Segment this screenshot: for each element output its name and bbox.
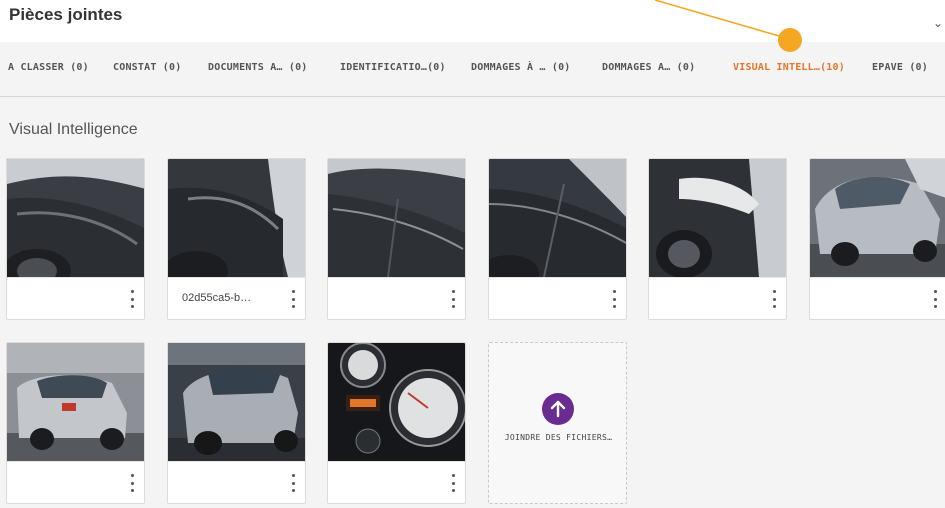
attachment-card[interactable]: [167, 342, 306, 504]
tab-visual-intelligence[interactable]: VISUAL INTELL…(10): [733, 62, 845, 73]
card-footer: [328, 277, 465, 319]
tab-bar: A CLASSER (0) CONSTAT (0) DOCUMENTS A… (…: [0, 42, 945, 97]
upload-dropzone[interactable]: JOINDRE DES FICHIERS…: [488, 342, 627, 504]
photo-thumbnail[interactable]: [328, 343, 465, 461]
photo-thumbnail[interactable]: [168, 343, 305, 461]
page-title: Pièces jointes: [9, 5, 123, 24]
attachment-card[interactable]: [488, 158, 627, 320]
card-footer: [810, 277, 945, 319]
more-options-icon[interactable]: [449, 290, 457, 308]
more-options-icon[interactable]: [289, 290, 297, 308]
arrow-up-icon: [550, 400, 566, 418]
attachment-card[interactable]: [648, 158, 787, 320]
section-title: Visual Intelligence: [9, 121, 138, 138]
attachment-card[interactable]: [327, 342, 466, 504]
more-options-icon[interactable]: [128, 290, 136, 308]
more-options-icon[interactable]: [449, 474, 457, 492]
photo-thumbnail[interactable]: [489, 159, 626, 277]
collapse-icon[interactable]: ⌄: [933, 16, 943, 30]
attachment-card[interactable]: [6, 342, 145, 504]
photo-thumbnail[interactable]: [810, 159, 945, 277]
photo-thumbnail[interactable]: [649, 159, 786, 277]
tab-identification[interactable]: IDENTIFICATIO…(0): [340, 62, 446, 73]
more-options-icon[interactable]: [289, 474, 297, 492]
photo-thumbnail[interactable]: [7, 159, 144, 277]
card-footer: [649, 277, 786, 319]
upload-label: JOINDRE DES FICHIERS…: [504, 433, 613, 442]
upload-button[interactable]: [542, 393, 574, 425]
attachment-card[interactable]: 02d55ca5-b…: [167, 158, 306, 320]
photo-thumbnail[interactable]: [328, 159, 465, 277]
tab-dommages-2[interactable]: DOMMAGES A… (0): [602, 62, 695, 73]
card-footer: [7, 461, 144, 503]
more-options-icon[interactable]: [931, 290, 939, 308]
photo-thumbnail[interactable]: [7, 343, 144, 461]
attachment-card[interactable]: [327, 158, 466, 320]
attachment-card[interactable]: [6, 158, 145, 320]
attachment-card[interactable]: [809, 158, 945, 320]
tab-constat[interactable]: CONSTAT (0): [113, 62, 181, 73]
card-footer: [7, 277, 144, 319]
card-footer: [168, 461, 305, 503]
card-footer: [328, 461, 465, 503]
tab-epave[interactable]: EPAVE (0): [872, 62, 928, 73]
photo-thumbnail[interactable]: [168, 159, 305, 277]
tab-dommages-1[interactable]: DOMMAGES À … (0): [471, 62, 571, 73]
more-options-icon[interactable]: [770, 290, 778, 308]
card-footer: [489, 277, 626, 319]
tab-documents[interactable]: DOCUMENTS A… (0): [208, 62, 308, 73]
tab-a-classer[interactable]: A CLASSER (0): [8, 62, 89, 73]
header: Pièces jointes ⌄: [0, 0, 945, 42]
card-footer: 02d55ca5-b…: [168, 277, 305, 319]
more-options-icon[interactable]: [610, 290, 618, 308]
more-options-icon[interactable]: [128, 474, 136, 492]
file-name: 02d55ca5-b…: [182, 292, 252, 304]
